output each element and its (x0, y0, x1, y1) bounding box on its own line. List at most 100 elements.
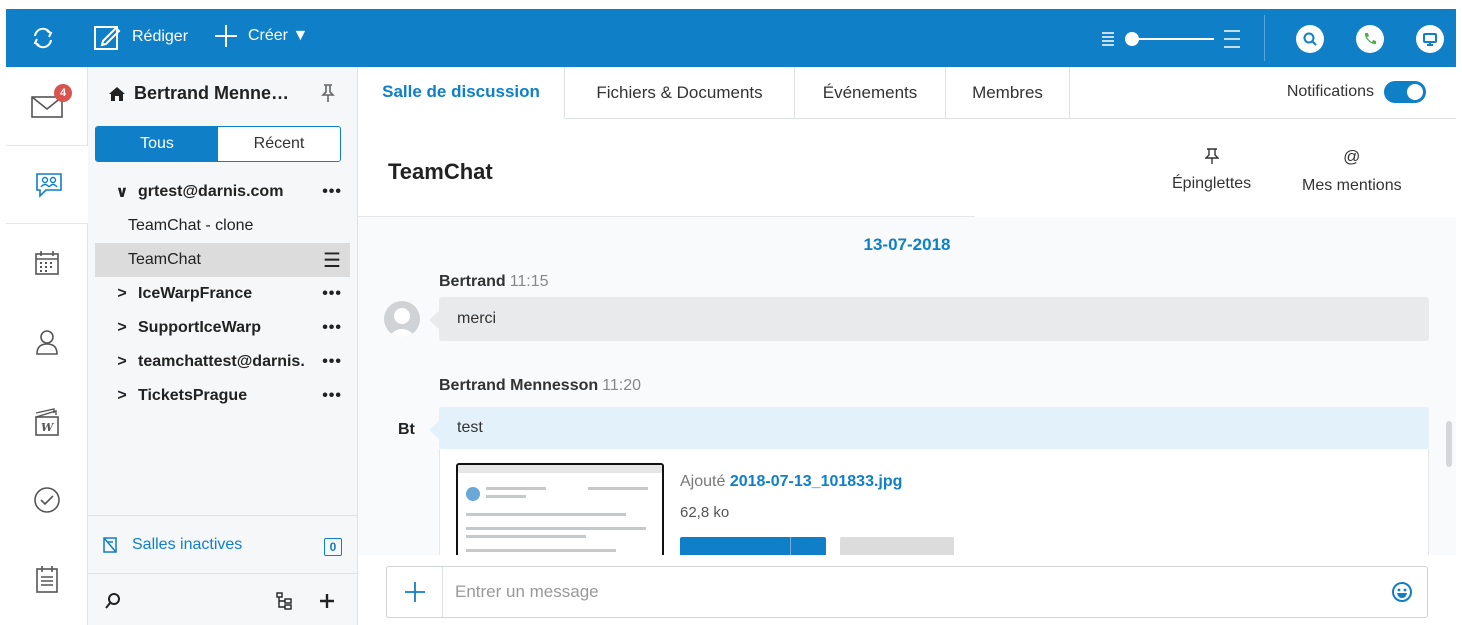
avatar[interactable]: Bt (398, 421, 415, 439)
scrollbar[interactable] (1446, 421, 1452, 467)
add-attachment-button[interactable] (387, 567, 443, 617)
teamchat-icon (35, 173, 62, 198)
message-input[interactable] (455, 580, 1355, 604)
date-separator: 13-07-2018 (863, 235, 951, 254)
chat-title: TeamChat (388, 159, 493, 184)
more-icon[interactable]: ••• (322, 387, 342, 405)
avatar[interactable] (384, 301, 420, 337)
message-list: 13-07-2018 Bertrand 11:15 merci Bertrand … (358, 217, 1456, 555)
tab-events[interactable]: Événements (795, 67, 946, 119)
room-name: TeamChat (128, 251, 201, 268)
room-name: teamchattest@darnis. (138, 353, 305, 370)
tab-chat[interactable]: Salle de discussion (358, 67, 565, 119)
attachment-filename-link[interactable]: 2018-07-13_101833.jpg (730, 473, 903, 490)
attachment-info: Ajouté 2018-07-13_101833.jpg (680, 473, 902, 491)
rail-mail[interactable]: 4 (6, 67, 88, 145)
room-name: TicketsPrague (138, 387, 248, 404)
rail-documents[interactable]: W (6, 382, 88, 460)
more-icon[interactable]: ••• (322, 353, 342, 371)
menu-icon[interactable]: ☰ (323, 248, 342, 273)
emoji-icon[interactable] (1391, 581, 1413, 607)
tree-view-icon[interactable] (276, 592, 294, 610)
chevron-down-icon: ∨ (115, 184, 129, 201)
room-item-teamchat[interactable]: TeamChat ☰ (95, 243, 350, 277)
create-label: Créer ▼ (248, 27, 309, 44)
attachment-card: Ajouté 2018-07-13_101833.jpg 62,8 ko (439, 449, 1429, 555)
rail-contacts[interactable] (6, 303, 88, 381)
room-group-teamchattest[interactable]: > teamchattest@darnis. ••• (95, 345, 350, 379)
create-button[interactable]: Créer ▼ (212, 22, 308, 50)
top-bar: Rédiger Créer ▼ (6, 9, 1456, 67)
room-name: IceWarpFrance (138, 285, 253, 302)
pin-icon (1204, 148, 1219, 164)
compose-button[interactable]: Rédiger (92, 22, 188, 52)
rail-tasks[interactable] (6, 461, 88, 539)
add-room-icon[interactable] (318, 592, 336, 610)
notifications-label: Notifications (1286, 83, 1374, 100)
rail-calendar[interactable] (6, 224, 88, 302)
svg-text:W: W (41, 421, 55, 434)
rooms-panel: Bertrand Menne… Tous Récent ∨ grtest@dar… (88, 67, 358, 625)
contacts-icon (36, 330, 58, 355)
plus-icon (215, 25, 237, 47)
filter-recent[interactable]: Récent (218, 127, 340, 161)
owner-name: Bertrand Menne… (134, 83, 290, 103)
more-icon[interactable]: ••• (322, 319, 342, 337)
composer-box (386, 566, 1428, 618)
at-icon: @ (1343, 147, 1361, 166)
rooms-owner[interactable]: Bertrand Menne… (108, 83, 289, 104)
message-bubble: merci (429, 297, 1429, 341)
chat-header: TeamChat Épinglettes @ Mes mentions (358, 119, 1456, 217)
filter-all[interactable]: Tous (96, 127, 218, 161)
density-slider[interactable] (1096, 25, 1248, 51)
attachment-added-label: Ajouté (680, 473, 726, 490)
documents-icon: W (35, 408, 59, 436)
room-name: SupportIceWarp (138, 319, 261, 336)
chevron-right-icon: > (117, 353, 127, 370)
topbar-divider (1264, 15, 1265, 61)
pinned-button[interactable]: Épinglettes (1172, 147, 1251, 193)
attachment-thumbnail[interactable] (456, 463, 664, 555)
room-tabs: Salle de discussion Fichiers & Documents… (358, 67, 1456, 119)
pin-icon[interactable] (321, 83, 335, 107)
room-group-ticketsprague[interactable]: > TicketsPrague ••• (95, 379, 350, 413)
app-rail: 4 W (6, 67, 88, 625)
message-time: 11:20 (602, 377, 641, 394)
pinned-label: Épinglettes (1172, 175, 1252, 192)
home-icon (109, 86, 125, 101)
more-icon[interactable]: ••• (322, 183, 342, 201)
tab-members[interactable]: Membres (946, 67, 1070, 119)
chevron-right-icon: > (117, 387, 127, 404)
message-author: Bertrand Mennesson 11:20 (439, 377, 641, 395)
screen-icon[interactable] (1416, 25, 1444, 53)
compose-label: Rédiger (132, 28, 189, 45)
search-icon[interactable] (104, 592, 122, 610)
rail-notes[interactable] (6, 540, 88, 618)
room-group-icewarpfrance[interactable]: > IceWarpFrance ••• (95, 277, 350, 311)
inactive-rooms-label: Salles inactives (132, 536, 243, 553)
download-button[interactable] (680, 537, 826, 555)
room-group-supporticewarp[interactable]: > SupportIceWarp ••• (95, 311, 350, 345)
refresh-icon[interactable] (28, 23, 58, 53)
author-name: Bertrand Mennesson (439, 377, 599, 394)
secondary-button[interactable] (840, 537, 954, 555)
rail-teamchat[interactable] (6, 146, 88, 224)
search-icon[interactable] (1296, 25, 1324, 53)
compose-icon (94, 26, 121, 50)
room-group-grtest[interactable]: ∨ grtest@darnis.com ••• (95, 175, 350, 209)
phone-icon[interactable] (1356, 25, 1384, 53)
room-name: grtest@darnis.com (138, 183, 284, 200)
room-filter: Tous Récent (95, 126, 341, 162)
message-text: merci (457, 310, 497, 327)
rooms-toolbar (88, 573, 358, 625)
notifications-toggle[interactable] (1384, 81, 1426, 103)
message-text: test (457, 419, 483, 436)
inactive-rooms-link[interactable]: Salles inactives (102, 536, 242, 554)
room-item-teamchat-clone[interactable]: TeamChat - clone (95, 209, 350, 243)
plus-icon (404, 582, 425, 602)
more-icon[interactable]: ••• (322, 285, 342, 303)
message-author: Bertrand 11:15 (439, 273, 549, 291)
inactive-rooms-icon (103, 537, 117, 553)
tab-files[interactable]: Fichiers & Documents (565, 67, 795, 119)
mentions-button[interactable]: @ Mes mentions (1302, 147, 1402, 195)
